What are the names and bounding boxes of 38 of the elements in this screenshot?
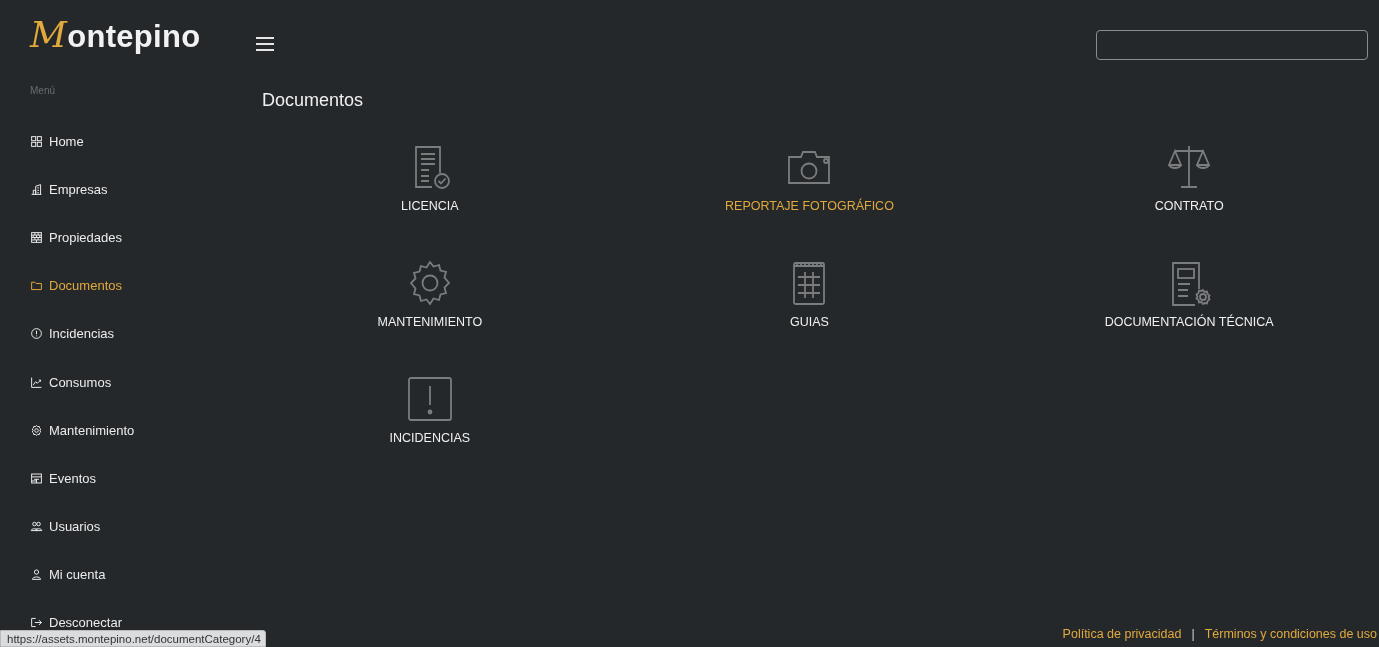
sidebar-item[interactable]: Mi cuenta (30, 550, 106, 599)
sidebar-item[interactable]: Eventos (30, 454, 96, 503)
chart-icon (30, 375, 43, 389)
alert-icon (30, 327, 43, 341)
sidebar-item[interactable]: Propiedades (30, 213, 122, 262)
menu-icon[interactable] (256, 37, 274, 51)
building-icon (30, 182, 43, 196)
category-tile[interactable]: CONTRATO (1154, 143, 1224, 213)
sidebar-item[interactable]: Documentos (30, 261, 122, 310)
category-tile[interactable]: MANTENIMIENTO (377, 259, 483, 329)
category-tile[interactable]: LICENCIA (401, 143, 459, 213)
folder-icon (30, 279, 43, 293)
category-tile[interactable]: REPORTAJE FOTOGRÁFICO (725, 143, 894, 213)
calendar-icon (30, 471, 43, 485)
sidebar-item[interactable]: Home (30, 117, 84, 166)
gear-icon (30, 423, 43, 437)
logo[interactable]: Montepino (30, 14, 201, 55)
page-title: Documentos (262, 90, 364, 111)
sidebar-item[interactable]: Consumos (30, 357, 112, 407)
sidebar-item[interactable]: Usuarios (30, 502, 101, 551)
input-field[interactable] (1096, 30, 1368, 60)
footer-link[interactable]: Términos y condiciones de uso (1204, 627, 1377, 641)
grid-icon (30, 134, 43, 148)
users-icon (30, 520, 43, 534)
logout-icon (30, 616, 43, 630)
link-url-tooltip: https://assets.montepino.net/documentCategory/4 (0, 630, 266, 647)
footer-separator: | (1191, 627, 1195, 641)
sidebar-item[interactable]: Empresas (30, 165, 108, 214)
category-tile[interactable]: DOCUMENTACIÓN TÉCNICA (1104, 259, 1274, 329)
sidebar-item[interactable]: Mantenimiento (30, 406, 135, 455)
category-tile[interactable]: GUIAS (785, 259, 834, 329)
bricks-icon (30, 230, 43, 244)
menu-heading: Menú (30, 85, 55, 96)
footer-link[interactable]: Política de privacidad (1062, 627, 1182, 641)
sidebar-item[interactable]: Incidencias (30, 309, 115, 358)
alert-square-icon (405, 375, 454, 423)
user-icon (30, 568, 43, 582)
category-tile[interactable]: INCIDENCIAS (389, 375, 471, 445)
